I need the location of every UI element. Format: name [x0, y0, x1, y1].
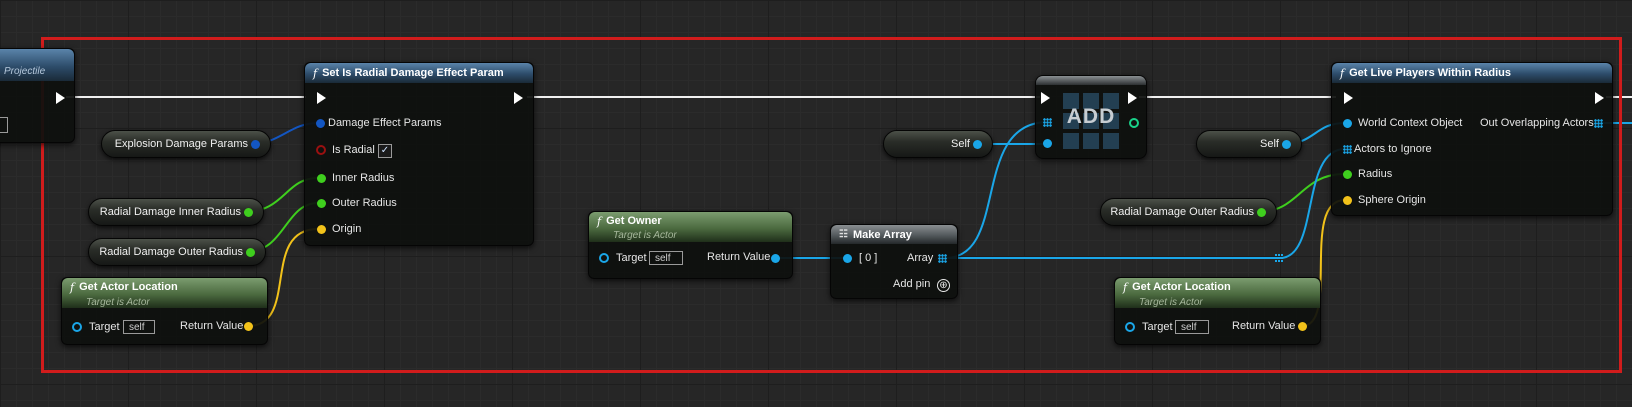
- node-header: f Get Live Players Within Radius: [1332, 63, 1612, 83]
- radius-label: Radius: [1358, 168, 1393, 180]
- return-value-pin[interactable]: [1298, 322, 1307, 331]
- origin-label: Origin: [332, 223, 362, 235]
- node-subtitle: Target is Actor: [613, 230, 677, 241]
- projectile-node[interactable]: Projectile: [0, 48, 75, 143]
- input-field[interactable]: [0, 117, 8, 133]
- node-subtitle: Target is Actor: [1139, 297, 1203, 308]
- world-context-label: World Context Object: [1358, 117, 1463, 129]
- node-title: Get Owner: [606, 215, 662, 227]
- function-icon: f: [313, 66, 318, 80]
- projectile-subtitle: Projectile: [4, 66, 46, 77]
- variable-out-pin[interactable]: [251, 140, 260, 149]
- get-live-players-node[interactable]: f Get Live Players Within Radius World C…: [1331, 62, 1613, 216]
- get-actor-location-node-right[interactable]: f Get Actor Location Target is Actor Tar…: [1114, 277, 1321, 345]
- variable-label: Self: [951, 138, 970, 150]
- array-element-pin[interactable]: [843, 254, 852, 263]
- make-array-icon: ☷: [839, 229, 848, 240]
- new-item-pin[interactable]: [1043, 139, 1052, 148]
- actors-to-ignore-pin[interactable]: [1343, 145, 1352, 154]
- function-icon: f: [597, 215, 602, 228]
- target-array-pin[interactable]: [1043, 118, 1052, 127]
- make-array-node[interactable]: ☷ Make Array [ 0 ] Array Add pin ⊕: [830, 224, 958, 299]
- return-value-label: Return Value: [1232, 320, 1296, 332]
- radial-outer-radius-node-right[interactable]: Radial Damage Outer Radius: [1100, 198, 1277, 226]
- add-node[interactable]: ADD: [1035, 75, 1147, 159]
- inner-radius-label: Inner Radius: [332, 172, 395, 184]
- function-icon: f: [1340, 66, 1345, 80]
- variable-label: Self: [1260, 138, 1279, 150]
- return-value-pin[interactable]: [244, 322, 253, 331]
- add-pin-icon[interactable]: ⊕: [937, 279, 950, 292]
- function-icon: f: [1123, 281, 1128, 294]
- outer-radius-pin[interactable]: [317, 199, 326, 208]
- exec-in-pin[interactable]: [317, 92, 326, 104]
- is-radial-checkbox[interactable]: ✓: [378, 144, 392, 158]
- get-actor-location-node-left[interactable]: f Get Actor Location Target is Actor Tar…: [61, 277, 268, 345]
- damage-effect-params-label: Damage Effect Params: [328, 117, 442, 129]
- target-pin[interactable]: [599, 253, 609, 263]
- array-index-label: [ 0 ]: [859, 252, 878, 264]
- origin-pin[interactable]: [317, 225, 326, 234]
- exec-out-pin[interactable]: [1128, 92, 1137, 104]
- exec-in-pin[interactable]: [1041, 92, 1050, 104]
- return-value-label: Return Value: [180, 320, 244, 332]
- world-context-pin[interactable]: [1343, 119, 1352, 128]
- outer-radius-label: Outer Radius: [332, 197, 397, 209]
- radial-inner-radius-node[interactable]: Radial Damage Inner Radius: [88, 198, 264, 226]
- variable-label: Explosion Damage Params: [114, 138, 248, 150]
- variable-out-pin[interactable]: [1257, 208, 1266, 217]
- variable-out-pin[interactable]: [246, 248, 255, 257]
- add-node-header: [1036, 76, 1146, 85]
- out-overlapping-pin[interactable]: [1594, 119, 1603, 128]
- node-title: Get Actor Location: [79, 281, 178, 293]
- variable-label: Radial Damage Outer Radius: [1110, 206, 1254, 218]
- array-out-pin[interactable]: [938, 254, 947, 263]
- exec-in-pin[interactable]: [1344, 92, 1353, 104]
- is-radial-pin[interactable]: [316, 145, 326, 155]
- radius-pin[interactable]: [1343, 170, 1352, 179]
- return-value-label: Return Value: [707, 251, 771, 263]
- radial-outer-radius-node-left[interactable]: Radial Damage Outer Radius: [88, 238, 266, 266]
- self-node-right[interactable]: Self: [1196, 130, 1302, 158]
- set-radial-damage-header: f Set Is Radial Damage Effect Param: [305, 63, 533, 83]
- variable-out-pin[interactable]: [973, 140, 982, 149]
- inner-radius-pin[interactable]: [317, 174, 326, 183]
- node-header: ☷ Make Array: [831, 225, 957, 244]
- get-owner-node[interactable]: f Get Owner Target is Actor Target self …: [588, 211, 793, 279]
- index-out-pin[interactable]: [1129, 118, 1139, 128]
- target-label: Target: [1142, 321, 1173, 333]
- self-node-mid[interactable]: Self: [883, 130, 993, 158]
- add-pin-label[interactable]: Add pin: [893, 278, 930, 291]
- node-subtitle: Target is Actor: [86, 297, 150, 308]
- target-pin[interactable]: [72, 322, 82, 332]
- exec-out-pin[interactable]: [514, 92, 523, 104]
- target-label: Target: [616, 252, 647, 264]
- target-pin[interactable]: [1125, 322, 1135, 332]
- target-value-field[interactable]: self: [1175, 320, 1209, 334]
- node-title: Get Live Players Within Radius: [1349, 67, 1511, 79]
- function-icon: f: [70, 281, 75, 294]
- variable-out-pin[interactable]: [1282, 140, 1291, 149]
- variable-label: Radial Damage Inner Radius: [99, 206, 241, 218]
- actors-to-ignore-label: Actors to Ignore: [1354, 143, 1432, 155]
- out-overlapping-label: Out Overlapping Actors: [1480, 117, 1594, 129]
- sphere-origin-label: Sphere Origin: [1358, 194, 1426, 206]
- return-value-pin[interactable]: [771, 254, 780, 263]
- explosion-damage-params-node[interactable]: Explosion Damage Params: [101, 130, 271, 158]
- target-label: Target: [89, 321, 120, 333]
- node-title: Set Is Radial Damage Effect Param: [322, 67, 504, 79]
- sphere-origin-pin[interactable]: [1343, 196, 1352, 205]
- variable-label: Radial Damage Outer Radius: [99, 246, 243, 258]
- array-out-label: Array: [907, 252, 934, 264]
- node-title: Make Array: [852, 228, 912, 241]
- exec-out-pin[interactable]: [1595, 92, 1604, 104]
- exec-out-pin[interactable]: [56, 92, 65, 104]
- is-radial-label: Is Radial: [332, 144, 375, 156]
- set-radial-damage-node[interactable]: f Set Is Radial Damage Effect Param Dama…: [304, 62, 534, 246]
- node-title: Get Actor Location: [1132, 281, 1231, 293]
- target-value-field[interactable]: self: [123, 320, 155, 334]
- damage-effect-params-pin[interactable]: [316, 119, 325, 128]
- target-value-field[interactable]: self: [649, 251, 683, 265]
- variable-out-pin[interactable]: [244, 208, 253, 217]
